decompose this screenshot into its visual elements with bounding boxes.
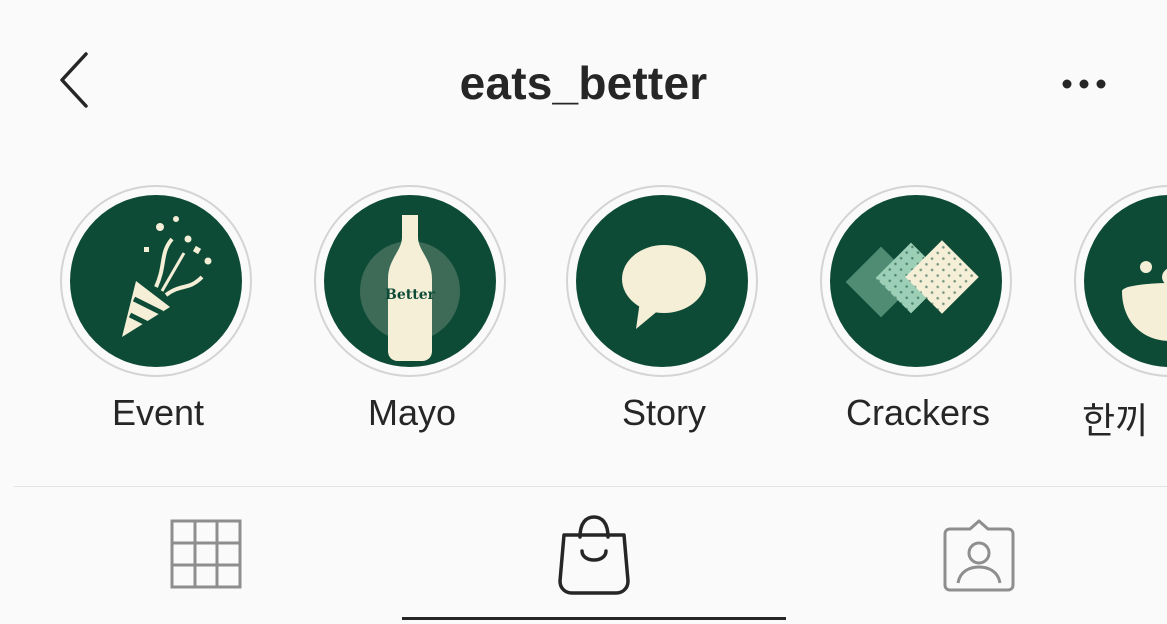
highlight-crackers[interactable]: Crackers bbox=[818, 180, 1018, 460]
more-horizontal-icon bbox=[1062, 79, 1106, 89]
highlight-cover bbox=[576, 195, 748, 367]
active-tab-indicator bbox=[402, 617, 786, 620]
svg-text:Better: Better bbox=[385, 287, 436, 303]
profile-tab-bar bbox=[0, 487, 1167, 624]
mayo-bottle-icon: Better bbox=[360, 215, 460, 361]
highlight-hankki[interactable]: 한끼 bbox=[1072, 180, 1167, 460]
more-options-button[interactable] bbox=[1055, 64, 1115, 104]
tab-tagged[interactable] bbox=[786, 487, 1167, 624]
shopping-bag-icon bbox=[558, 515, 630, 595]
tab-grid[interactable] bbox=[14, 487, 402, 624]
story-highlights-row: Event Better Mayo Story Crackers 한끼 bbox=[0, 180, 1167, 460]
top-bar: eats_better bbox=[0, 0, 1167, 165]
highlight-cover bbox=[70, 195, 242, 367]
bowl-icon bbox=[1122, 261, 1167, 341]
highlight-mayo[interactable]: Better Mayo bbox=[312, 180, 512, 460]
speech-bubble-icon bbox=[622, 245, 706, 329]
tagged-user-icon bbox=[943, 519, 1015, 592]
highlight-cover bbox=[830, 195, 1002, 367]
page-title: eats_better bbox=[459, 57, 708, 109]
highlight-label: 한끼 bbox=[1082, 400, 1149, 441]
highlight-label: Crackers bbox=[845, 392, 991, 433]
highlight-label: Event bbox=[111, 392, 205, 433]
highlight-cover bbox=[1084, 195, 1167, 367]
highlight-story[interactable]: Story bbox=[564, 180, 764, 460]
highlight-cover: Better bbox=[324, 195, 496, 367]
tab-shop[interactable] bbox=[402, 487, 786, 624]
grid-icon bbox=[170, 519, 242, 589]
party-popper-icon bbox=[122, 216, 212, 337]
highlight-event[interactable]: Event bbox=[58, 180, 258, 460]
highlight-label: Story bbox=[621, 392, 707, 433]
crackers-icon bbox=[845, 240, 979, 318]
highlight-label: Mayo bbox=[367, 392, 457, 433]
